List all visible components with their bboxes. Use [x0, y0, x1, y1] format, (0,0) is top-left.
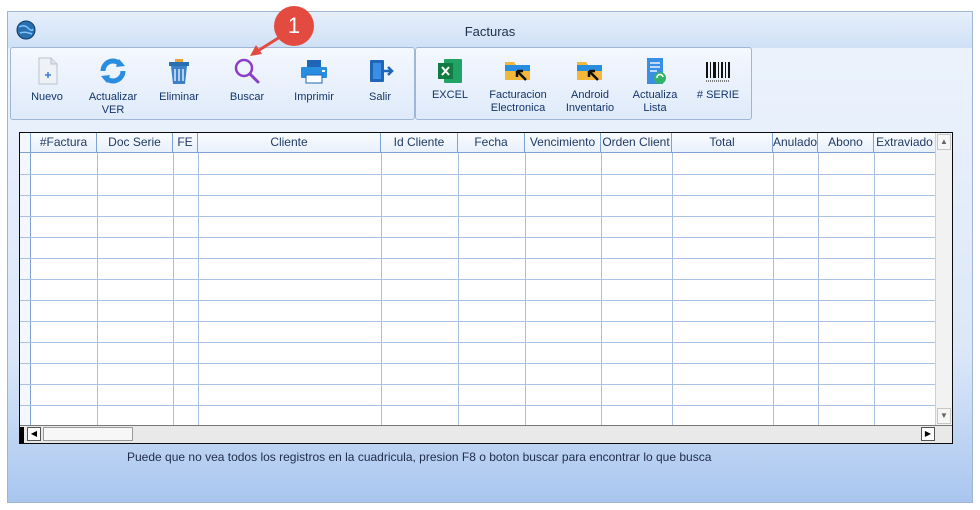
folder-arrow-icon	[505, 62, 530, 81]
grid-edge-marker	[20, 427, 24, 443]
grid-row-line	[20, 321, 936, 322]
salir-button[interactable]: Salir	[353, 48, 407, 120]
search-icon	[234, 58, 260, 84]
scroll-up-icon[interactable]: ▲	[937, 134, 951, 150]
callout-arrow-icon	[250, 30, 289, 56]
refresh-icon	[100, 58, 126, 84]
folder-arrow-icon	[577, 62, 602, 81]
scroll-right-icon[interactable]: ▶	[921, 427, 935, 441]
column-header-vencimiento[interactable]: Vencimiento	[525, 133, 601, 153]
column-header-factura[interactable]: #Factura	[31, 133, 97, 153]
scroll-left-icon[interactable]: ◀	[27, 427, 41, 441]
main-toolbar: Nuevo Actualizar VER Eliminar Buscar Imp…	[10, 47, 415, 154]
facturacion-electronica-button[interactable]: Facturacion Electronica	[482, 48, 554, 120]
column-header-fecha[interactable]: Fecha	[458, 133, 525, 153]
column-header-id-cliente[interactable]: Id Cliente	[381, 133, 458, 153]
new-document-icon	[38, 57, 58, 85]
grid-row-line	[20, 384, 936, 385]
column-header-abono[interactable]: Abono	[818, 133, 874, 153]
grid-row-line	[20, 300, 936, 301]
actualiza-lista-button[interactable]: Actualiza Lista	[626, 48, 684, 120]
extra-toolbar: EXCEL Facturacion Electronica Android In…	[415, 47, 752, 120]
vertical-scrollbar[interactable]: ▲ ▼	[935, 133, 952, 425]
grid-row-line	[20, 216, 936, 217]
barcode-icon	[706, 62, 730, 82]
window-title: Facturas	[464, 24, 516, 39]
grid-row-line	[20, 363, 936, 364]
grid-row-line	[20, 342, 936, 343]
column-header-anulado[interactable]: Anulado	[773, 133, 818, 153]
column-header-fe[interactable]: FE	[173, 133, 198, 153]
serie-button[interactable]: # SERIE	[692, 48, 744, 120]
scroll-down-icon[interactable]: ▼	[937, 408, 951, 424]
column-header-doc-serie[interactable]: Doc Serie	[97, 133, 173, 153]
grid-row-line	[20, 258, 936, 259]
facturas-grid[interactable]: #Factura Doc Serie FE Cliente Id Cliente…	[19, 132, 953, 444]
grid-row-line	[20, 237, 936, 238]
horizontal-scrollbar[interactable]: ◀ ▶	[20, 425, 952, 443]
trash-icon	[169, 59, 189, 84]
horizontal-scroll-thumb[interactable]	[43, 427, 133, 441]
printer-icon	[301, 60, 327, 84]
eliminar-button[interactable]: Eliminar	[152, 48, 206, 120]
column-header-total[interactable]: Total	[672, 133, 773, 153]
status-message: Puede que no vea todos los registros en …	[127, 450, 712, 464]
grid-corner	[20, 133, 31, 153]
grid-row-line	[20, 405, 936, 406]
actualizar-ver-button[interactable]: Actualizar VER	[82, 48, 144, 120]
excel-button[interactable]: EXCEL	[428, 48, 472, 120]
android-inventario-button[interactable]: Android Inventario	[560, 48, 620, 120]
grid-row-line	[20, 195, 936, 196]
column-header-cliente[interactable]: Cliente	[198, 133, 381, 153]
facturas-window: Facturas Nuevo Actualizar VER Eliminar B…	[7, 11, 973, 503]
grid-row-line	[20, 279, 936, 280]
excel-icon	[438, 59, 462, 83]
column-header-orden-client[interactable]: Orden Client	[601, 133, 672, 153]
column-header-extraviado[interactable]: Extraviado	[874, 133, 936, 153]
title-bar: Facturas	[8, 12, 972, 48]
nuevo-button[interactable]: Nuevo	[21, 48, 73, 120]
grid-row-line	[20, 174, 936, 175]
document-refresh-icon	[647, 58, 666, 84]
exit-icon	[370, 60, 394, 82]
